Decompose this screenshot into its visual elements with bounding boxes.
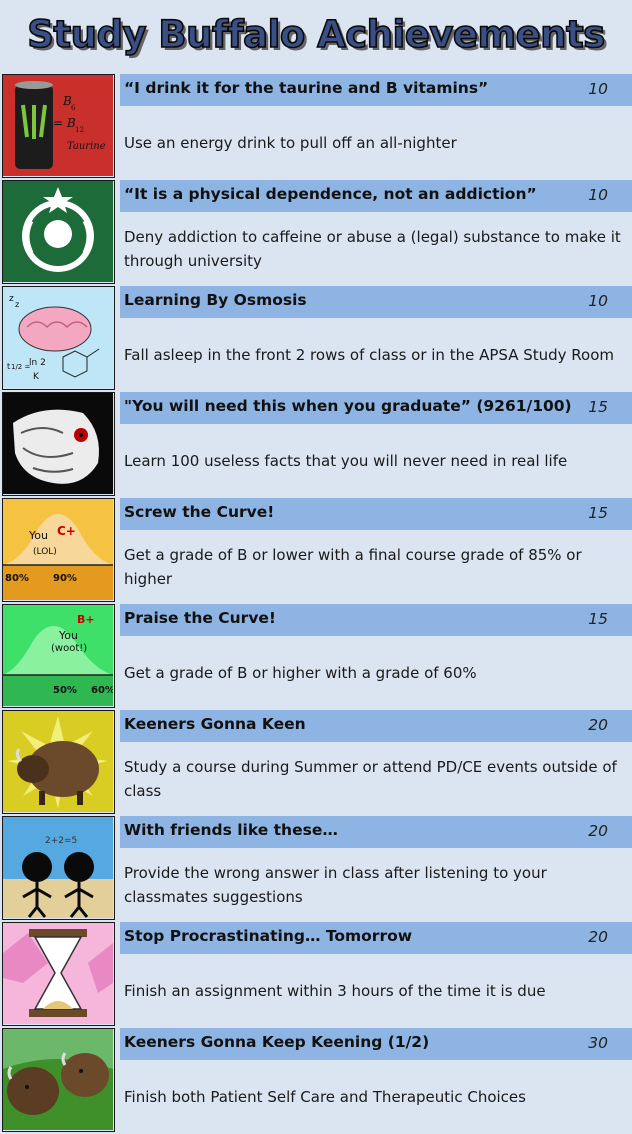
achievement-header: Praise the Curve! 15 bbox=[120, 604, 632, 636]
achievement-points: 20 bbox=[588, 822, 608, 840]
rage-face-icon bbox=[2, 392, 115, 496]
achievement-row: Stop Procrastinating… Tomorrow 20 Finish… bbox=[0, 922, 632, 1026]
achievement-name: With friends like these… bbox=[124, 821, 338, 839]
icon-label: (woot!) bbox=[51, 643, 87, 654]
achievement-description: Use an energy drink to pull off an all-n… bbox=[124, 112, 624, 174]
icon-label: ln 2 bbox=[29, 358, 46, 368]
achievement-points: 10 bbox=[588, 80, 608, 98]
bell-curve-high-icon: B+ You (woot!) 50% 60% bbox=[2, 604, 115, 708]
achievement-header: Stop Procrastinating… Tomorrow 20 bbox=[120, 922, 632, 954]
achievement-points: 15 bbox=[588, 504, 608, 522]
description-text: Get a grade of B or lower with a final c… bbox=[124, 546, 582, 588]
sleeping-brain-icon: z z ln 2 K t 1/2 = bbox=[2, 286, 115, 390]
achievement-name: Learning By Osmosis bbox=[124, 291, 307, 309]
icon-label: 90% bbox=[53, 573, 77, 584]
achievement-header: Learning By Osmosis 10 bbox=[120, 286, 632, 318]
icon-label: = B bbox=[53, 116, 76, 130]
description-text: Study a course during Summer or attend P… bbox=[124, 758, 617, 800]
description-text: Finish both Patient Self Care and Therap… bbox=[124, 1088, 526, 1106]
achievement-name: Stop Procrastinating… Tomorrow bbox=[124, 927, 413, 945]
achievement-description: Fall asleep in the front 2 rows of class… bbox=[124, 324, 624, 386]
two-buffalo-icon bbox=[2, 1028, 115, 1132]
achievement-row: Keeners Gonna Keep Keening (1/2) 30 Fini… bbox=[0, 1028, 632, 1132]
achievement-description: Finish both Patient Self Care and Therap… bbox=[124, 1066, 624, 1128]
page-title: Study Buffalo Achievements bbox=[26, 12, 606, 57]
hourglass-icon bbox=[2, 922, 115, 1026]
icon-label: C+ bbox=[57, 524, 76, 538]
achievement-header: “I drink it for the taurine and B vitami… bbox=[120, 74, 632, 106]
achievement-row: B 6 = B 12 Taurine “I drink it for the t… bbox=[0, 74, 632, 178]
stick-figures-icon: 2+2=5 bbox=[2, 816, 115, 920]
achievement-description: Deny addiction to caffeine or abuse a (l… bbox=[124, 218, 624, 280]
description-text: Use an energy drink to pull off an all-n… bbox=[124, 134, 457, 152]
icon-label: z bbox=[15, 300, 19, 309]
achievement-row: 2+2=5 With friends like these… 20 Provid… bbox=[0, 816, 632, 920]
achievement-points: 15 bbox=[588, 610, 608, 628]
achievement-points: 20 bbox=[588, 716, 608, 734]
achievement-name: Keeners Gonna Keen bbox=[124, 715, 306, 733]
achievement-header: “It is a physical dependence, not an add… bbox=[120, 180, 632, 212]
achievement-points: 30 bbox=[588, 1034, 608, 1052]
achievement-name: Praise the Curve! bbox=[124, 609, 277, 627]
icon-label: You bbox=[28, 529, 48, 542]
description-text: Get a grade of B or higher with a grade … bbox=[124, 664, 477, 682]
achievement-header: With friends like these… 20 bbox=[120, 816, 632, 848]
icon-label: Taurine bbox=[67, 141, 106, 152]
description-text: Learn 100 useless facts that you will ne… bbox=[124, 452, 568, 470]
bell-curve-low-icon: You C+ (LOL) 80% 90% bbox=[2, 498, 115, 602]
icon-label: (LOL) bbox=[33, 547, 57, 557]
icon-label: z bbox=[9, 294, 14, 304]
achievement-description: Provide the wrong answer in class after … bbox=[124, 854, 624, 916]
coffee-logo-icon bbox=[2, 180, 115, 284]
achievement-description: Get a grade of B or higher with a grade … bbox=[124, 642, 624, 704]
achievement-description: Study a course during Summer or attend P… bbox=[124, 748, 624, 810]
icon-label: 12 bbox=[75, 126, 84, 134]
icon-label: 6 bbox=[71, 104, 76, 112]
achievement-name: Keeners Gonna Keep Keening (1/2) bbox=[124, 1033, 430, 1051]
achievement-name: “I drink it for the taurine and B vitami… bbox=[124, 79, 489, 97]
achievement-points: 10 bbox=[588, 186, 608, 204]
buffalo-icon bbox=[2, 710, 115, 814]
achievement-points: 20 bbox=[588, 928, 608, 946]
achievement-row: You C+ (LOL) 80% 90% Screw the Curve! 15… bbox=[0, 498, 632, 602]
achievement-row: B+ You (woot!) 50% 60% Praise the Curve!… bbox=[0, 604, 632, 708]
achievement-header: Keeners Gonna Keep Keening (1/2) 30 bbox=[120, 1028, 632, 1060]
description-text: Deny addiction to caffeine or abuse a (l… bbox=[124, 228, 621, 270]
icon-label: You bbox=[58, 629, 78, 642]
icon-label: 60% bbox=[91, 685, 113, 696]
achievements-page: Study Buffalo Achievements B 6 = B 12 Ta… bbox=[0, 0, 632, 1134]
achievement-row: Keeners Gonna Keen 20 Study a course dur… bbox=[0, 710, 632, 814]
achievement-name: "You will need this when you graduate” (… bbox=[124, 397, 572, 415]
achievement-name: “It is a physical dependence, not an add… bbox=[124, 185, 537, 203]
achievement-description: Get a grade of B or lower with a final c… bbox=[124, 536, 624, 598]
achievement-points: 10 bbox=[588, 292, 608, 310]
description-text: Finish an assignment within 3 hours of t… bbox=[124, 982, 546, 1000]
icon-label: 1/2 = bbox=[11, 363, 30, 371]
achievement-description: Learn 100 useless facts that you will ne… bbox=[124, 430, 624, 492]
achievement-name: Screw the Curve! bbox=[124, 503, 275, 521]
achievement-row: “It is a physical dependence, not an add… bbox=[0, 180, 632, 284]
achievement-row: z z ln 2 K t 1/2 = Learning By Osmosis 1… bbox=[0, 286, 632, 390]
icon-label: B+ bbox=[77, 613, 95, 626]
icon-label: 50% bbox=[53, 685, 77, 696]
achievement-points: 15 bbox=[588, 398, 608, 416]
energy-drink-icon: B 6 = B 12 Taurine bbox=[2, 74, 115, 178]
icon-label: 2+2=5 bbox=[45, 836, 77, 846]
description-text: Provide the wrong answer in class after … bbox=[124, 864, 547, 906]
achievement-description: Finish an assignment within 3 hours of t… bbox=[124, 960, 624, 1022]
icon-label: 80% bbox=[5, 573, 29, 584]
icon-label: t bbox=[7, 362, 10, 371]
achievement-header: Screw the Curve! 15 bbox=[120, 498, 632, 530]
achievement-header: "You will need this when you graduate” (… bbox=[120, 392, 632, 424]
achievement-header: Keeners Gonna Keen 20 bbox=[120, 710, 632, 742]
achievement-row: "You will need this when you graduate” (… bbox=[0, 392, 632, 496]
description-text: Fall asleep in the front 2 rows of class… bbox=[124, 346, 615, 364]
